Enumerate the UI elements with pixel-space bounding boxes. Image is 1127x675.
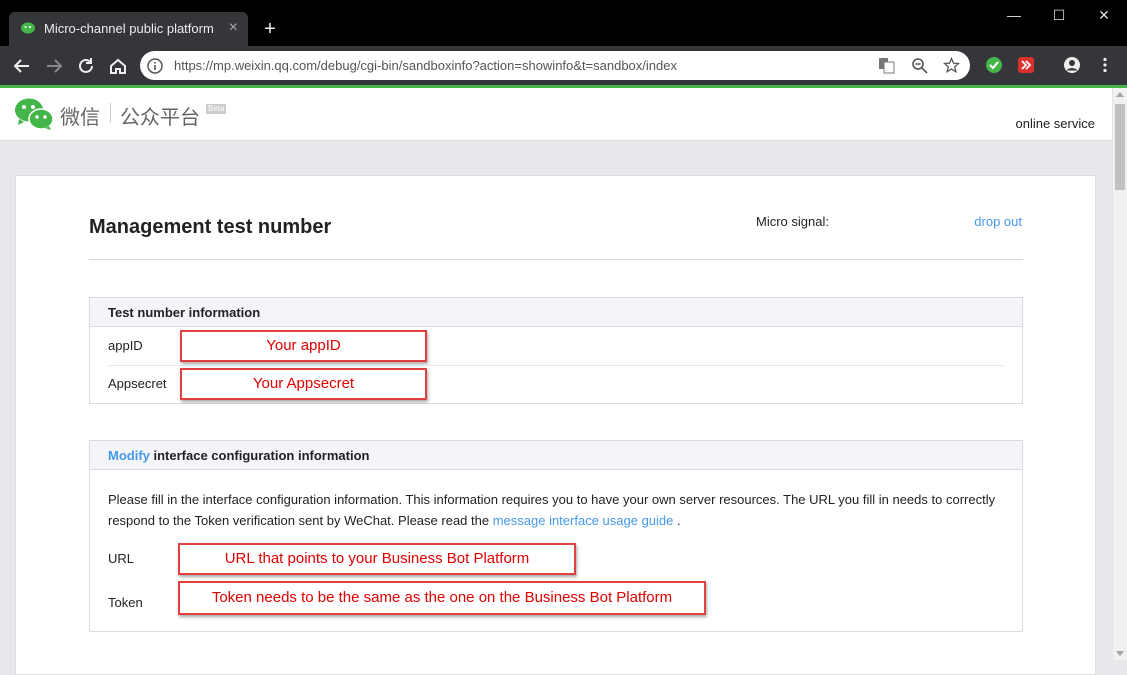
message-guide-link[interactable]: message interface usage guide [493,513,674,528]
browser-tab[interactable]: Micro-channel public platform × [9,12,248,46]
forward-arrow-icon[interactable] [43,55,65,77]
modify-link[interactable]: Modify [108,448,150,463]
new-tab-button[interactable]: + [260,19,280,39]
appsecret-value: Your Appsecret [180,368,427,400]
config-panel: Modify interface configuration informati… [89,440,1023,632]
online-service-link[interactable]: online service [1016,116,1096,131]
test-info-panel: Test number information appID Your appID… [89,297,1023,404]
window-close-button[interactable]: ✕ [1081,0,1127,30]
token-value: Token needs to be the same as the one on… [178,581,706,615]
drop-out-link[interactable]: drop out [974,214,1022,229]
url-label: URL [108,551,135,566]
menu-kebab-icon[interactable] [1096,56,1114,74]
wechat-logo-icon[interactable] [14,97,54,131]
url-text[interactable]: https://mp.weixin.qq.com/debug/cgi-bin/s… [174,58,677,73]
appid-label: appID [108,338,143,353]
logo-subtitle[interactable]: 公众平台 [120,101,200,130]
row-divider [108,365,1004,366]
config-description: Please fill in the interface configurati… [108,489,998,531]
home-icon[interactable] [107,55,129,77]
browser-tabstrip: Micro-channel public platform × + — ☐ ✕ [0,0,1127,46]
extension-red-icon[interactable] [1017,56,1035,74]
url-value: URL that points to your Business Bot Pla… [178,543,576,575]
wechat-favicon-icon [21,22,35,34]
back-arrow-icon[interactable] [11,55,33,77]
main-card: Management test number Micro signal: dro… [15,175,1096,675]
logo-text[interactable]: 微信 [60,101,100,130]
logo-divider [110,103,111,123]
window-maximize-button[interactable]: ☐ [1036,0,1082,30]
appid-value: Your appID [180,330,427,362]
profile-avatar-icon[interactable] [1063,56,1081,74]
config-description-end: . [673,513,681,528]
config-heading-text: interface configuration information [149,448,370,463]
micro-signal-label: Micro signal: [756,214,829,229]
page-header: 微信 公众平台 Beta online service [0,88,1112,141]
config-heading: Modify interface configuration informati… [90,441,1022,470]
page-title: Management test number [89,216,332,238]
token-label: Token [108,595,143,610]
address-bar[interactable]: https://mp.weixin.qq.com/debug/cgi-bin/s… [140,51,970,80]
beta-badge: Beta [206,104,227,114]
title-divider [89,259,1023,260]
scroll-thumb[interactable] [1115,104,1125,190]
tab-close-icon[interactable]: × [229,19,238,37]
browser-toolbar: https://mp.weixin.qq.com/debug/cgi-bin/s… [0,46,1127,85]
page-scrollbar[interactable] [1112,88,1127,660]
extension-green-icon[interactable] [985,56,1003,74]
zoom-icon[interactable] [911,57,928,74]
info-icon[interactable] [146,57,164,75]
scroll-down-arrow-icon[interactable] [1116,651,1124,656]
test-info-heading: Test number information [90,298,1022,327]
window-minimize-button[interactable]: — [991,0,1037,30]
tab-title: Micro-channel public platform [44,21,214,36]
bookmark-star-icon[interactable] [943,57,960,74]
reload-icon[interactable] [75,55,97,77]
appsecret-label: Appsecret [108,376,167,391]
translate-icon[interactable] [878,57,895,74]
scroll-up-arrow-icon[interactable] [1116,92,1124,97]
